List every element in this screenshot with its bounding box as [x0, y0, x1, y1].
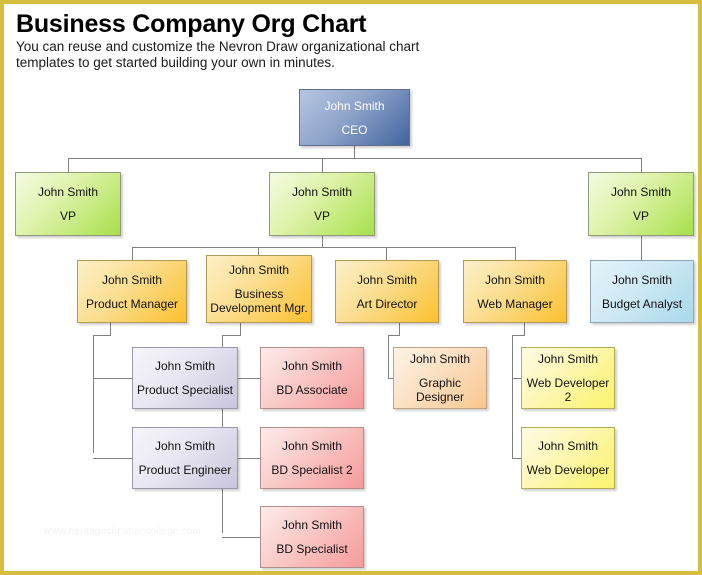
- node-name: John Smith: [154, 439, 216, 453]
- connector-ad-elbow: [388, 335, 400, 336]
- connector-bd-to-bd-specialist: [222, 537, 260, 538]
- connector-pm-to-product-specialist: [93, 378, 133, 379]
- node-name: John Smith: [356, 272, 418, 287]
- connector-product-manager-drop: [132, 247, 133, 260]
- node-role: CEO: [341, 122, 368, 137]
- node-name: John Smith: [281, 359, 343, 373]
- connector-vp-center-stem: [322, 236, 323, 247]
- node-web-developer[interactable]: John Smith Web Developer: [521, 427, 615, 489]
- connector-vp-right-drop: [641, 158, 642, 172]
- node-role: Art Director: [356, 296, 418, 311]
- node-name: John Smith: [101, 272, 163, 287]
- connector-manager-bus: [132, 247, 515, 248]
- connector-web-manager-drop: [515, 247, 516, 260]
- node-role: VP: [313, 209, 330, 223]
- node-role: Product Specialist: [136, 383, 234, 397]
- node-name: John Smith: [281, 439, 343, 453]
- node-graphic-designer[interactable]: John Smith Graphic Designer: [393, 347, 487, 409]
- node-vp-center[interactable]: John Smith VP: [269, 172, 375, 236]
- node-ceo[interactable]: John Smith CEO: [299, 89, 410, 146]
- node-name: John Smith: [409, 352, 471, 366]
- node-role: Web Developer 2: [526, 376, 610, 404]
- node-role: BD Associate: [276, 383, 348, 397]
- connector-pm-trunk: [93, 335, 94, 453]
- page-title: Business Company Org Chart: [16, 10, 367, 38]
- node-role: Web Manager: [477, 296, 553, 311]
- node-role: Web Developer: [526, 463, 610, 477]
- node-role: BD Specialist 2: [271, 463, 353, 477]
- node-bd-manager[interactable]: John Smith Business Development Mgr.: [206, 255, 312, 323]
- node-name: John Smith: [537, 439, 599, 453]
- node-name: John Smith: [537, 352, 599, 366]
- connector-pm-to-product-engineer: [93, 458, 133, 459]
- node-name: John Smith: [37, 185, 99, 199]
- node-name: John Smith: [228, 263, 290, 277]
- node-role: VP: [59, 209, 76, 223]
- node-role: BD Specialist: [276, 542, 348, 556]
- connector-vp-center-drop: [322, 158, 323, 172]
- connector-pm-elbow: [93, 335, 111, 336]
- node-vp-right[interactable]: John Smith VP: [588, 172, 694, 236]
- node-web-manager[interactable]: John Smith Web Manager: [463, 260, 567, 323]
- connector-budget-analyst: [641, 236, 642, 260]
- node-name: John Smith: [154, 359, 216, 373]
- node-role: VP: [632, 209, 649, 223]
- node-name: John Smith: [281, 518, 343, 532]
- node-budget-analyst[interactable]: John Smith Budget Analyst: [590, 260, 694, 323]
- node-role: Product Engineer: [138, 463, 232, 477]
- connector-vp-left-drop: [68, 158, 69, 172]
- connector-ad-trunk: [388, 335, 389, 379]
- connector-bd-elbow: [222, 335, 241, 336]
- connector-vp-bus: [68, 158, 641, 159]
- node-product-manager[interactable]: John Smith Product Manager: [77, 260, 187, 323]
- node-art-director[interactable]: John Smith Art Director: [335, 260, 439, 323]
- connector-art-director-drop: [386, 247, 387, 260]
- connector-wm-trunk: [512, 335, 513, 459]
- node-name: John Smith: [291, 185, 353, 199]
- node-vp-left[interactable]: John Smith VP: [15, 172, 121, 236]
- node-product-engineer[interactable]: John Smith Product Engineer: [132, 427, 238, 489]
- node-role: Product Manager: [85, 296, 179, 311]
- node-bd-specialist-2[interactable]: John Smith BD Specialist 2: [260, 427, 364, 489]
- node-bd-associate[interactable]: John Smith BD Associate: [260, 347, 364, 409]
- node-role: Business Development Mgr.: [210, 287, 308, 315]
- node-bd-specialist[interactable]: John Smith BD Specialist: [260, 506, 364, 568]
- node-role: Budget Analyst: [601, 296, 683, 311]
- node-name: John Smith: [324, 98, 385, 113]
- node-name: John Smith: [611, 272, 673, 287]
- node-name: John Smith: [484, 272, 546, 287]
- org-chart-page: Business Company Org Chart You can reuse…: [0, 0, 702, 575]
- node-web-developer-2[interactable]: John Smith Web Developer 2: [521, 347, 615, 409]
- connector-wm-elbow: [512, 335, 525, 336]
- page-subtitle: You can reuse and customize the Nevron D…: [16, 39, 420, 70]
- node-product-specialist[interactable]: John Smith Product Specialist: [132, 347, 238, 409]
- watermark: www.heritagechristiancollege.com: [44, 526, 202, 537]
- node-name: John Smith: [610, 185, 672, 199]
- node-role: Graphic Designer: [415, 376, 465, 404]
